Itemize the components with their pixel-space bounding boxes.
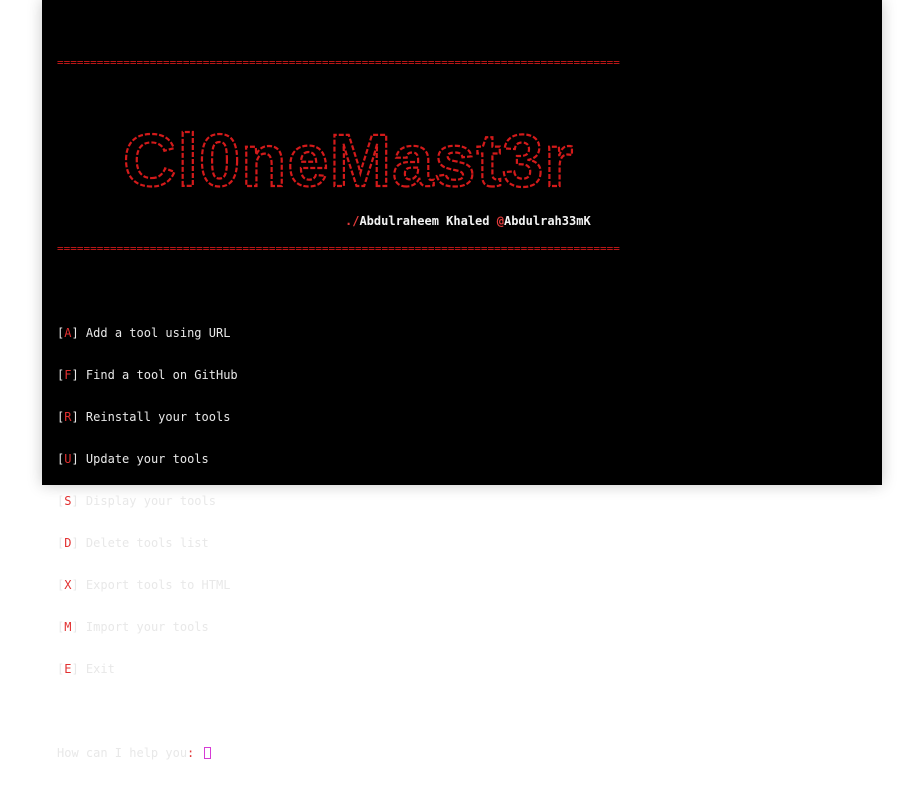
menu-item-import[interactable]: [M] Import your tools bbox=[57, 620, 867, 634]
credit-author: Abdulraheem Khaled bbox=[359, 214, 497, 228]
banner-art: Cl0neMast3r bbox=[122, 118, 574, 200]
menu-key: A bbox=[64, 326, 72, 340]
menu-key: M bbox=[64, 620, 72, 634]
menu-list: [A] Add a tool using URL [F] Find a tool… bbox=[57, 298, 867, 704]
menu-item-exit[interactable]: [E] Exit bbox=[57, 662, 867, 676]
terminal-window[interactable]: ========================================… bbox=[42, 0, 882, 760]
menu-label: Add a tool using URL bbox=[78, 326, 231, 340]
menu-key: D bbox=[64, 536, 72, 550]
menu-label: Delete tools list bbox=[78, 536, 209, 550]
menu-label: Find a tool on GitHub bbox=[78, 368, 238, 382]
terminal-output: ========================================… bbox=[57, 28, 867, 788]
credit-handle: Abdulrah33mK bbox=[503, 214, 591, 228]
menu-label: Reinstall your tools bbox=[78, 410, 231, 424]
menu-label: Display your tools bbox=[78, 494, 216, 508]
text-cursor[interactable] bbox=[203, 747, 211, 759]
menu-item-add[interactable]: [A] Add a tool using URL bbox=[57, 326, 867, 340]
menu-item-update[interactable]: [U] Update your tools bbox=[57, 452, 867, 466]
author-credit: ./Abdulraheem Khaled @Abdulrah33mK bbox=[345, 214, 591, 228]
prompt-text: How can I help you bbox=[57, 746, 188, 760]
menu-label: Export tools to HTML bbox=[78, 578, 231, 592]
credit-at: @ bbox=[496, 214, 504, 228]
top-rule: ========================================… bbox=[57, 56, 620, 69]
command-prompt[interactable]: How can I help you: bbox=[57, 746, 867, 760]
menu-item-export[interactable]: [X] Export tools to HTML bbox=[57, 578, 867, 592]
menu-item-display[interactable]: [S] Display your tools bbox=[57, 494, 867, 508]
menu-key: E bbox=[64, 662, 72, 676]
menu-key: S bbox=[64, 494, 72, 508]
menu-key: F bbox=[64, 368, 72, 382]
prompt-colon: : bbox=[187, 746, 202, 760]
menu-key: U bbox=[64, 452, 72, 466]
menu-key: X bbox=[64, 578, 72, 592]
menu-label: Update your tools bbox=[78, 452, 209, 466]
credit-prefix: ./ bbox=[345, 214, 360, 228]
ascii-banner: Cl0neMast3r ./Abdulraheem Khaled @Abdulr… bbox=[57, 114, 867, 228]
menu-item-delete[interactable]: [D] Delete tools list bbox=[57, 536, 867, 550]
menu-key: R bbox=[64, 410, 72, 424]
menu-label: Import your tools bbox=[78, 620, 209, 634]
menu-item-find[interactable]: [F] Find a tool on GitHub bbox=[57, 368, 867, 382]
menu-item-reinstall[interactable]: [R] Reinstall your tools bbox=[57, 410, 867, 424]
menu-label: Exit bbox=[78, 662, 115, 676]
banner-title: Cl0neMast3r bbox=[123, 119, 574, 200]
bottom-rule: ========================================… bbox=[57, 242, 620, 255]
